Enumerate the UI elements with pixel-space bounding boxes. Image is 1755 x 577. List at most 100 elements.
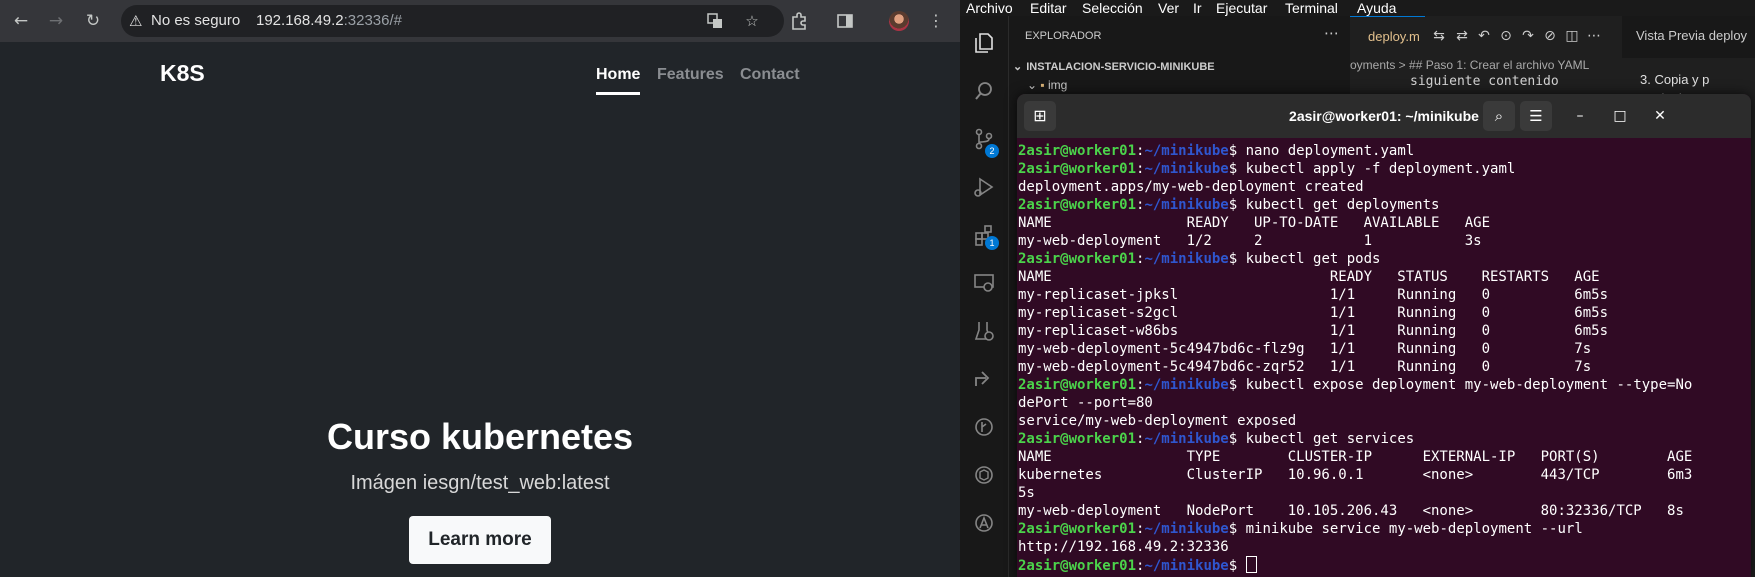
reload-icon[interactable]: ↻	[81, 9, 105, 33]
address-bar[interactable]: ⚠ No es seguro 192.168.49.2:32336/# ☆	[121, 5, 784, 37]
profile-avatar[interactable]	[889, 11, 909, 31]
prompt-user: 2asir@worker01	[1018, 161, 1137, 177]
terminal-output-line: http://192.168.49.2:32336	[1018, 539, 1229, 555]
go-forward-icon[interactable]: ↷	[1518, 26, 1538, 46]
site-brand[interactable]: K8S	[160, 60, 205, 87]
more-menu-icon[interactable]: ⋮	[924, 9, 948, 33]
close-icon[interactable]: ✕	[1648, 104, 1672, 128]
source-control-badge: 2	[985, 144, 999, 158]
terminal-command-line: 2asir@worker01:~/minikube$ kubectl get p…	[1018, 250, 1380, 268]
preview-tab-label: Vista Previa deploy	[1636, 28, 1748, 43]
terminal-output-line: kubernetes ClusterIP 10.96.0.1 <none> 44…	[1018, 467, 1693, 483]
more-actions-icon[interactable]: ⋯	[1324, 24, 1339, 42]
terminal-output-line: dePort --port=80	[1018, 395, 1153, 411]
prompt-user: 2asir@worker01	[1018, 558, 1137, 574]
go-back-icon[interactable]: ↶	[1474, 26, 1494, 46]
hero-title: Curso kubernetes	[326, 416, 634, 457]
nav-link-contact[interactable]: Contact	[740, 66, 800, 84]
prompt-user: 2asir@worker01	[1018, 197, 1137, 213]
terminal-output-line: my-web-deployment-5c4947bd6c-flz9g 1/1 R…	[1018, 341, 1592, 357]
nav-link-features[interactable]: Features	[657, 66, 724, 84]
command-text: $ kubectl expose deployment my-web-deplo…	[1228, 377, 1693, 393]
folder-label: img	[1047, 78, 1068, 92]
menu-ver[interactable]: Ver	[1158, 0, 1179, 16]
extensions-puzzle-icon[interactable]	[787, 9, 811, 33]
menu-ir[interactable]: Ir	[1193, 0, 1202, 16]
terminal-window: ⊞ 2asir@worker01: ~/minikube ⌕ ☰ – □ ✕ 2…	[1017, 94, 1751, 577]
terminal-command-line: 2asir@worker01:~/minikube$ nano deployme…	[1018, 142, 1414, 160]
prompt-user: 2asir@worker01	[1018, 377, 1137, 393]
command-text: $ kubectl get pods	[1228, 251, 1381, 267]
terminal-command-line: 2asir@worker01:~/minikube$ kubectl get d…	[1018, 196, 1439, 214]
browser-toolbar: ← → ↻ ⚠ No es seguro 192.168.49.2:32336/…	[0, 0, 960, 42]
more-actions-icon[interactable]: ⋯	[1584, 26, 1604, 46]
workspace-name: INSTALACION-SERVICIO-MINIKUBE	[1026, 61, 1215, 73]
terminal-output-line: deployment.apps/my-web-deployment create…	[1018, 179, 1364, 195]
menu-ejecutar[interactable]: Ejecutar	[1216, 0, 1267, 16]
circle-dot-icon[interactable]: ⊙	[1496, 26, 1516, 46]
terminal-command-line: 2asir@worker01:~/minikube$ kubectl expos…	[1018, 376, 1692, 394]
prompt-path: ~/minikube	[1144, 143, 1229, 159]
git-graph-icon[interactable]	[969, 412, 999, 442]
terminal-title: 2asir@worker01: ~/minikube	[1289, 108, 1479, 124]
extensions-badge: 1	[985, 236, 999, 250]
split-arrows-icon[interactable]: ⇄	[1452, 26, 1472, 46]
tab-preview[interactable]: Vista Previa deploy	[1622, 16, 1755, 58]
translate-icon[interactable]	[703, 9, 727, 33]
command-text: $ nano deployment.yaml	[1228, 143, 1415, 159]
prompt-path: ~/minikube	[1144, 251, 1229, 267]
command-text: $	[1228, 558, 1246, 574]
explorer-title: EXPLORADOR	[1025, 30, 1102, 42]
menu-archivo[interactable]: Archivo	[966, 0, 1013, 16]
prompt-user: 2asir@worker01	[1018, 521, 1137, 537]
hero-subtitle: Imágen iesgn/test_web:latest	[350, 472, 610, 494]
terminal-output[interactable]: 2asir@worker01:~/minikube$ nano deployme…	[1017, 138, 1751, 577]
open-changes-icon[interactable]: ⇆	[1429, 26, 1449, 46]
side-panel-icon[interactable]	[833, 9, 857, 33]
live-share-icon[interactable]	[969, 364, 999, 394]
search-icon[interactable]: ⌕	[1483, 101, 1515, 131]
terminal-output-line: my-replicaset-s2gcl 1/1 Running 0 6m5s	[1018, 305, 1609, 321]
search-icon[interactable]	[969, 76, 999, 106]
workspace-section-header[interactable]: ⌄ INSTALACION-SERVICIO-MINIKUBE	[1009, 56, 1350, 78]
chevron-down-icon: ⌄	[1013, 61, 1023, 73]
folder-img[interactable]: ⌄ ▪ img	[1027, 78, 1067, 92]
terminal-output-line: my-web-deployment-5c4947bd6c-zqr52 1/1 R…	[1018, 359, 1592, 375]
minimize-icon[interactable]: –	[1568, 104, 1592, 128]
testing-icon[interactable]	[969, 316, 999, 346]
tab-deploy-md[interactable]: deploy.m	[1350, 16, 1425, 59]
code-line: siguiente contenido	[1410, 74, 1559, 89]
menu-seleccion[interactable]: Selección	[1082, 0, 1143, 16]
compare-icon[interactable]: ⊘	[1540, 26, 1560, 46]
preview-text: 3. Copia y p	[1640, 72, 1710, 87]
forward-arrow-icon[interactable]: →	[44, 9, 68, 33]
azure-icon[interactable]	[969, 508, 999, 538]
folder-icon: ▪	[1040, 78, 1048, 92]
split-editor-icon[interactable]: ◫	[1562, 26, 1582, 46]
run-debug-icon[interactable]	[969, 172, 999, 202]
command-text: $ minikube service my-web-deployment --u…	[1228, 521, 1583, 537]
terminal-command-line: 2asir@worker01:~/minikube$	[1018, 556, 1257, 574]
maximize-icon[interactable]: □	[1608, 104, 1632, 128]
chatgpt-icon[interactable]	[969, 460, 999, 490]
nav-link-home[interactable]: Home	[596, 66, 640, 84]
explorer-files-icon[interactable]	[969, 28, 999, 58]
active-nav-indicator	[596, 92, 640, 95]
terminal-output-line: my-replicaset-jpksl 1/1 Running 0 6m5s	[1018, 287, 1609, 303]
command-text: $ kubectl apply -f deployment.yaml	[1228, 161, 1516, 177]
hamburger-menu-icon[interactable]: ☰	[1520, 101, 1552, 131]
prompt-user: 2asir@worker01	[1018, 251, 1137, 267]
menu-terminal[interactable]: Terminal	[1285, 0, 1338, 16]
url-text[interactable]: 192.168.49.2:32336/#	[256, 5, 402, 37]
remote-explorer-icon[interactable]	[969, 268, 999, 298]
menu-ayuda[interactable]: Ayuda	[1357, 0, 1396, 16]
url-path: :32336/#	[343, 12, 402, 29]
terminal-output-line: my-web-deployment 1/2 2 1 3s	[1018, 233, 1482, 249]
bookmark-star-icon[interactable]: ☆	[740, 9, 764, 33]
menu-editar[interactable]: Editar	[1030, 0, 1067, 16]
back-arrow-icon[interactable]: ←	[9, 9, 33, 33]
learn-more-button[interactable]: Learn more	[409, 516, 551, 564]
tab-label: deploy.m	[1368, 29, 1420, 44]
security-status-label[interactable]: No es seguro	[151, 5, 240, 37]
terminal-output-line: 5s	[1018, 485, 1035, 501]
